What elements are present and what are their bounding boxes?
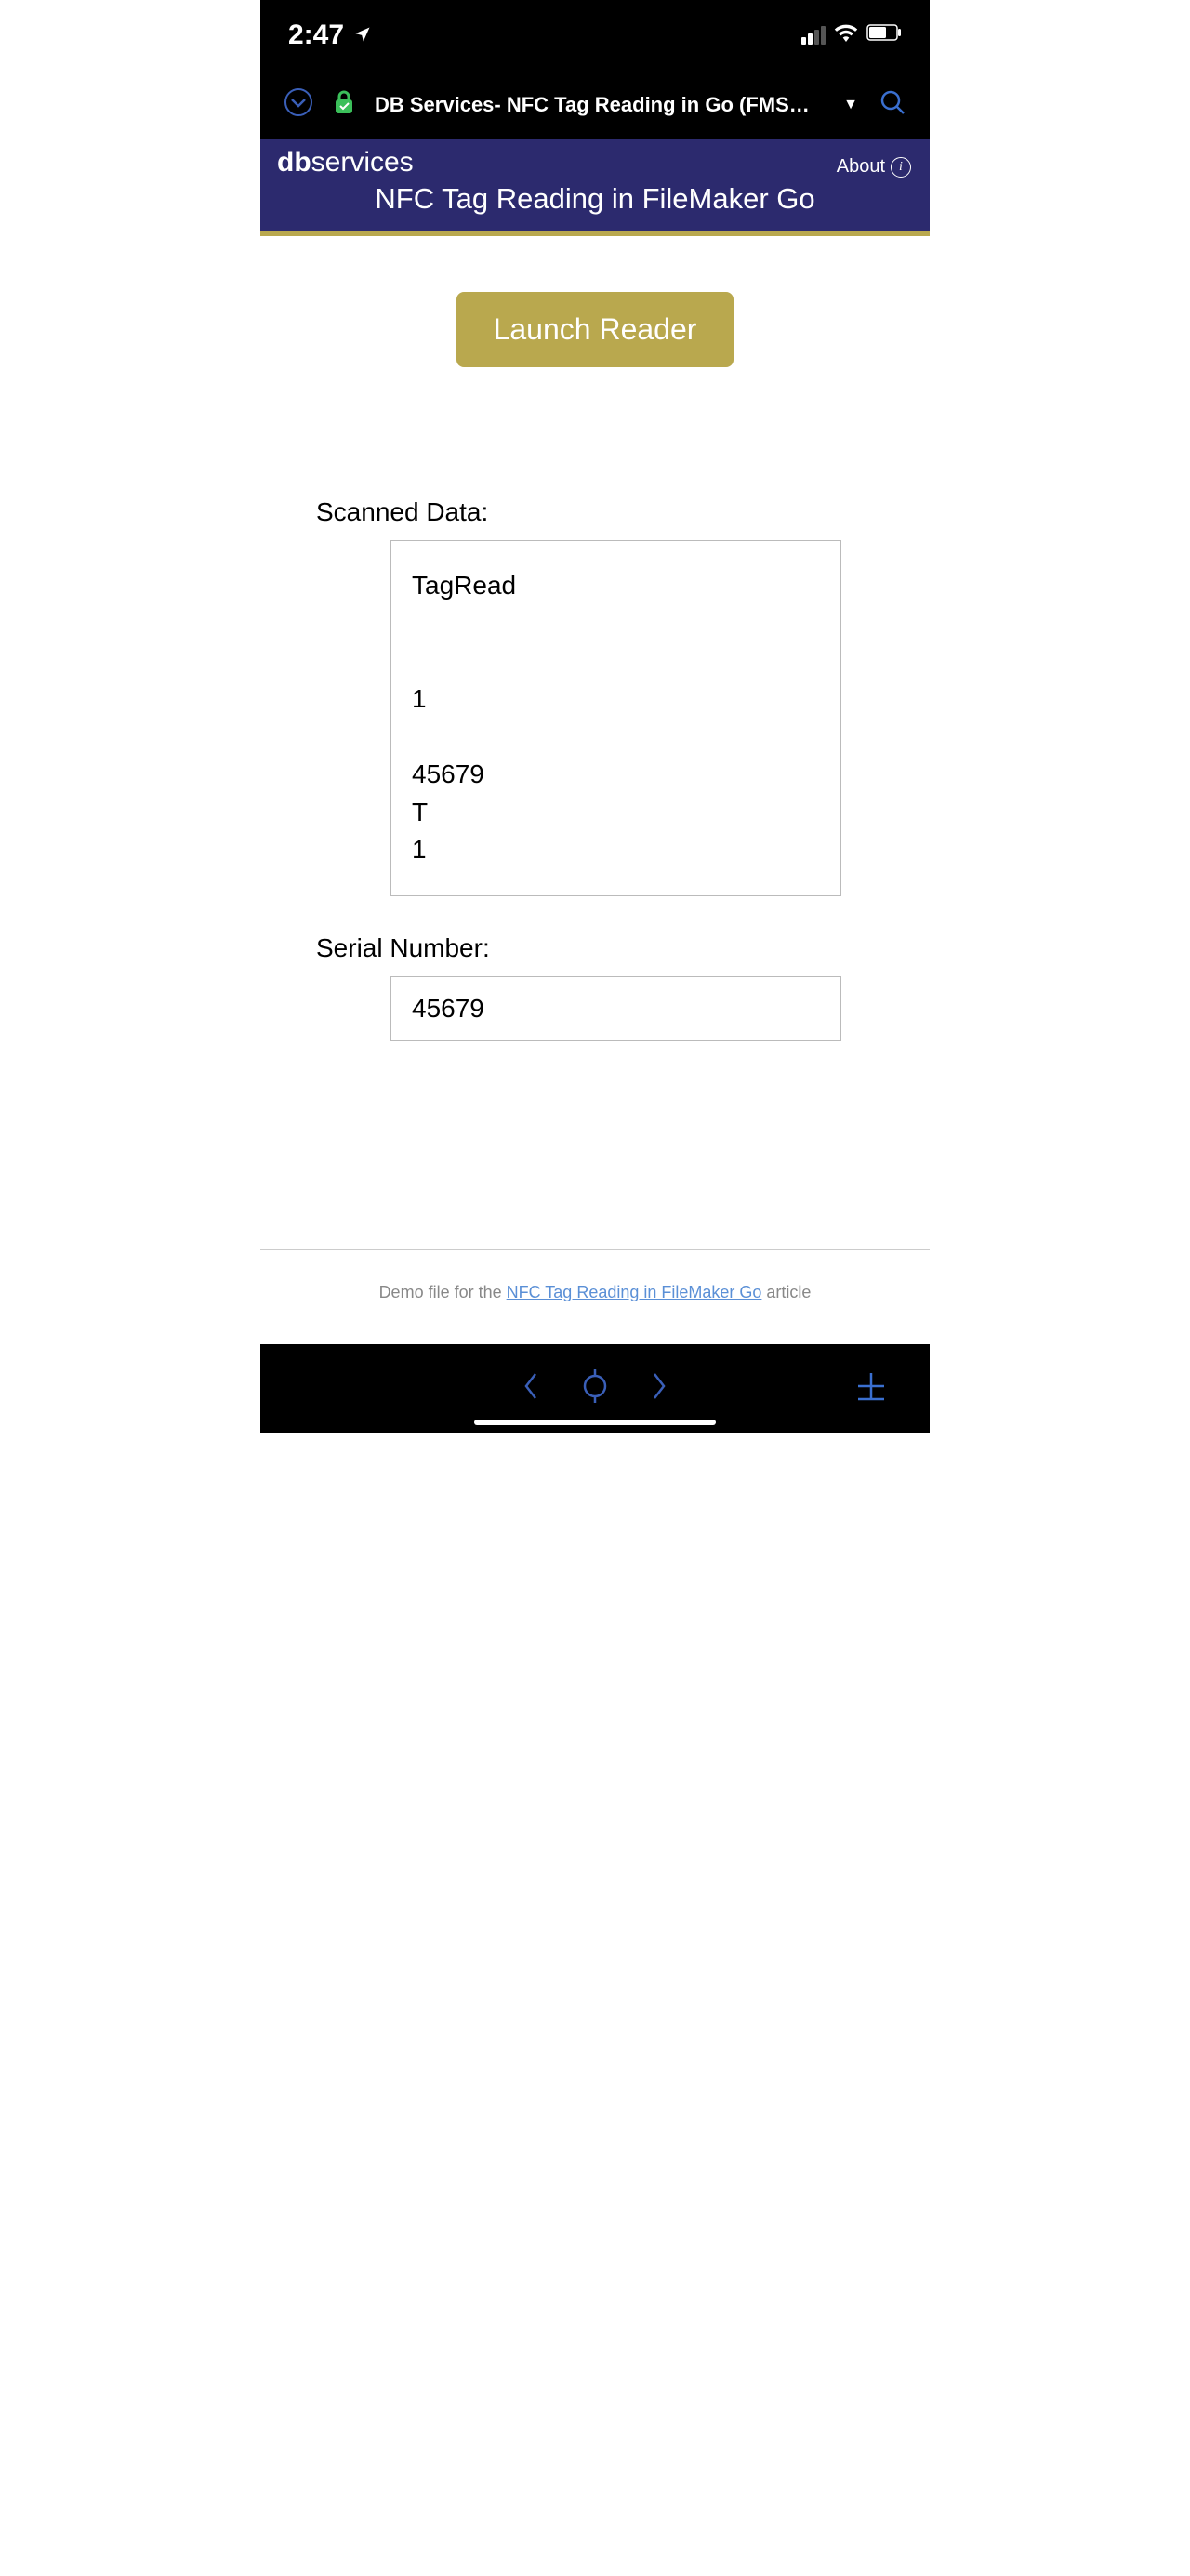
search-icon[interactable] xyxy=(879,88,906,121)
dropdown-arrow-icon[interactable]: ▼ xyxy=(843,97,858,113)
about-label: About xyxy=(837,156,885,178)
about-button[interactable]: About i xyxy=(837,156,911,178)
main-content: Launch Reader Scanned Data: TagRead 1 45… xyxy=(260,236,930,1249)
filemaker-toolbar: DB Services- NFC Tag Reading in Go (FMSE… xyxy=(260,70,930,139)
battery-icon xyxy=(866,23,902,46)
home-indicator[interactable] xyxy=(474,1420,716,1425)
wifi-icon xyxy=(833,23,859,46)
footer-suffix: article xyxy=(761,1283,811,1301)
clock-label: 2:47 xyxy=(288,20,344,51)
status-icons xyxy=(801,23,902,46)
bottom-nav xyxy=(260,1344,930,1433)
footer-prefix: Demo file for the xyxy=(379,1283,507,1301)
phone-screen: 2:47 DB Services- xyxy=(260,0,930,2576)
serial-number-label: Serial Number: xyxy=(316,933,883,963)
location-icon xyxy=(353,20,372,51)
scanned-data-field[interactable]: TagRead 1 45679 T 1 xyxy=(390,540,841,896)
scanned-data-label: Scanned Data: xyxy=(316,497,883,527)
brand-bold: db xyxy=(277,147,311,178)
window-title[interactable]: DB Services- NFC Tag Reading in Go (FMSE… xyxy=(375,93,823,117)
toolbar-close-dropdown[interactable] xyxy=(284,87,313,122)
next-record-button[interactable] xyxy=(649,1370,669,1407)
status-time: 2:47 xyxy=(288,20,372,51)
footer-article-link[interactable]: NFC Tag Reading in FileMaker Go xyxy=(507,1283,762,1301)
info-icon: i xyxy=(891,157,911,178)
serial-number-field[interactable]: 45679 xyxy=(390,976,841,1041)
footer: Demo file for the NFC Tag Reading in Fil… xyxy=(260,1249,930,1344)
signal-icon xyxy=(801,26,826,45)
record-indicator-button[interactable] xyxy=(578,1369,612,1407)
page-title: NFC Tag Reading in FileMaker Go xyxy=(277,182,913,216)
ios-status-bar: 2:47 xyxy=(260,0,930,70)
launch-reader-button[interactable]: Launch Reader xyxy=(456,292,734,367)
brand-logo: dbservices xyxy=(277,147,913,178)
lock-secure-icon xyxy=(334,90,354,119)
brand-light: services xyxy=(311,147,414,178)
add-record-button[interactable] xyxy=(854,1369,888,1407)
prev-record-button[interactable] xyxy=(521,1370,541,1407)
app-header: dbservices NFC Tag Reading in FileMaker … xyxy=(260,139,930,236)
